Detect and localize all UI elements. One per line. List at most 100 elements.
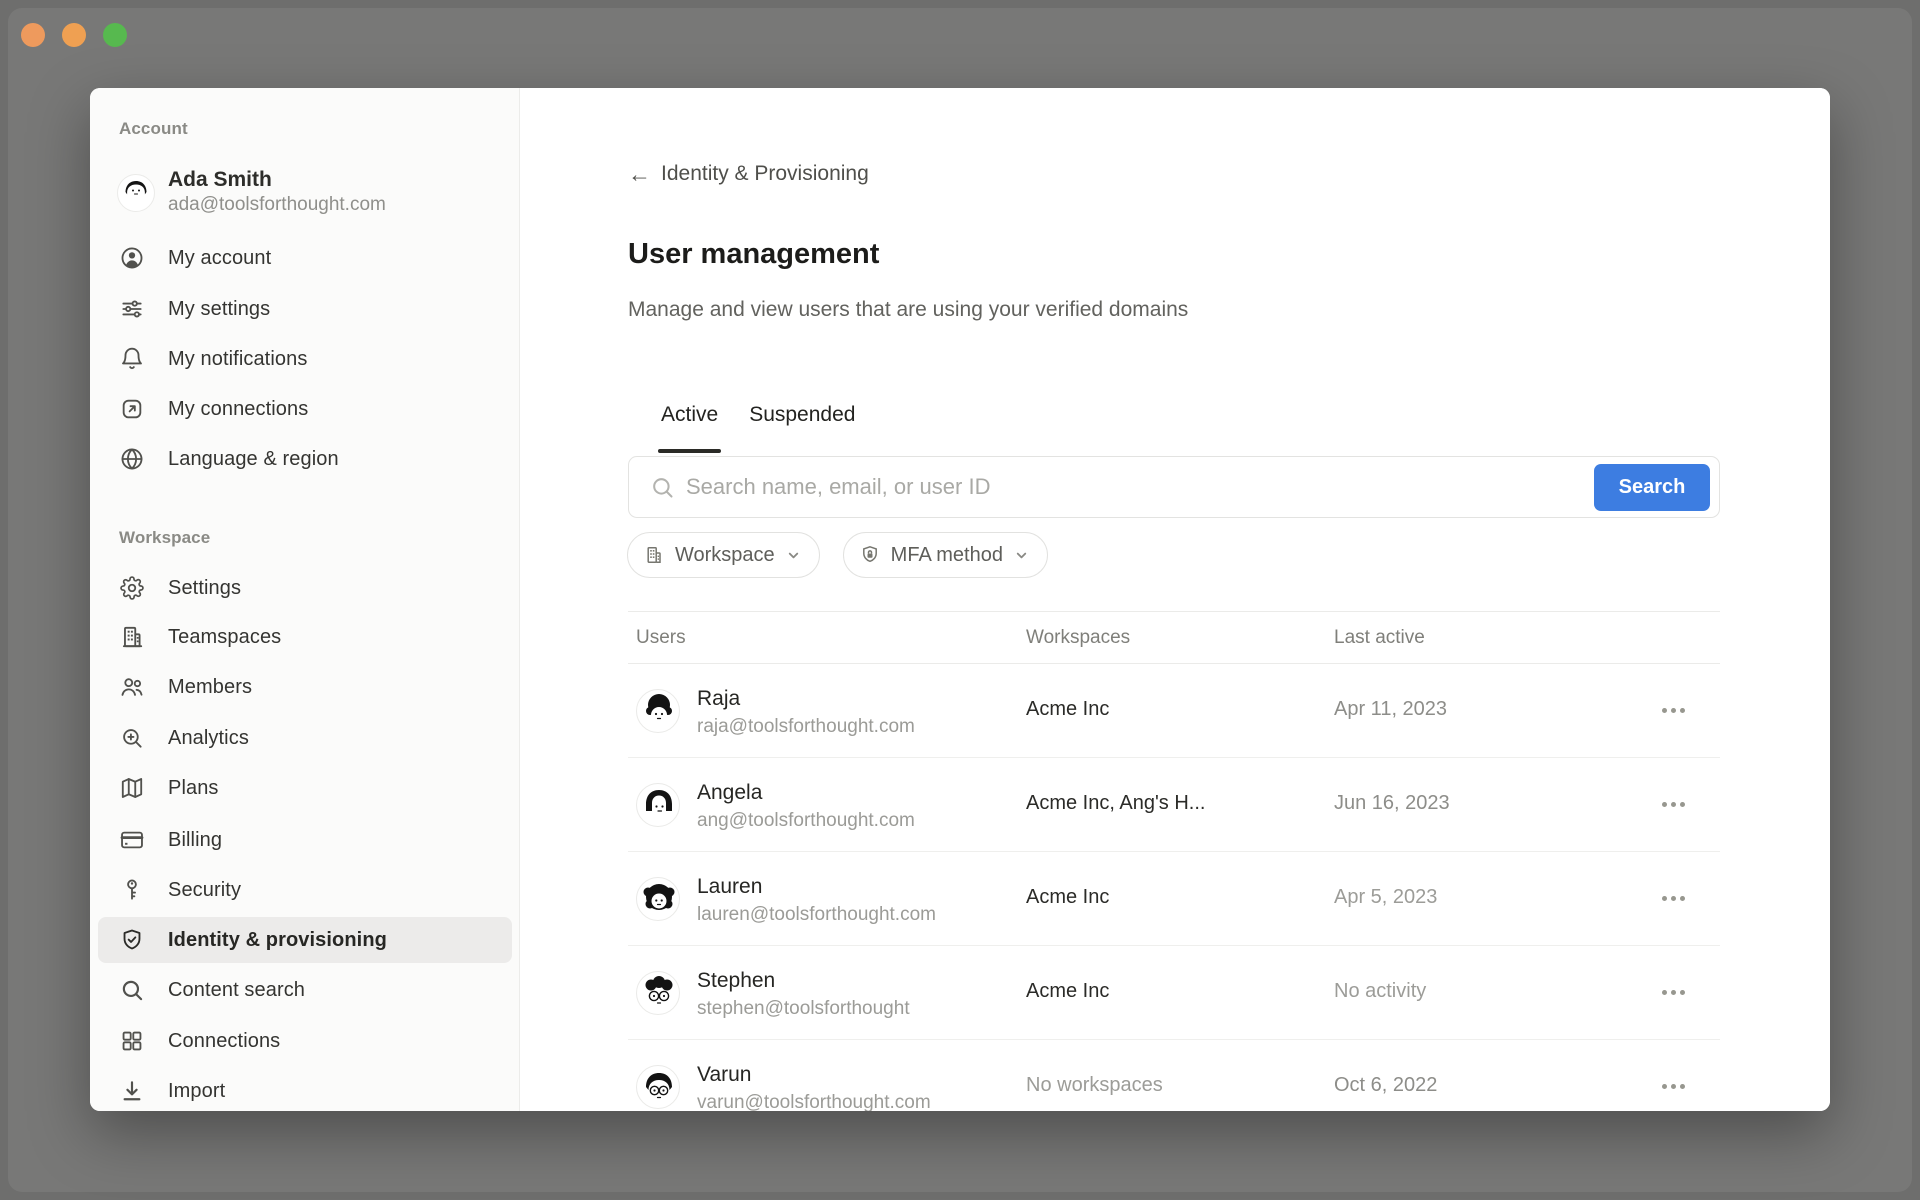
- sidebar-item-my-settings[interactable]: My settings: [98, 286, 512, 332]
- avatar: [636, 783, 680, 827]
- user-last-active: Apr 11, 2023: [1334, 698, 1447, 721]
- sidebar-item-label: Identity & provisioning: [168, 929, 387, 952]
- sidebar-item-label: Analytics: [168, 727, 249, 750]
- grid-icon: [119, 1028, 145, 1054]
- user-name: Lauren: [697, 875, 762, 899]
- users-table: Users Workspaces Last active Raja raja@t…: [628, 611, 1720, 1111]
- sliders-icon: [119, 296, 145, 322]
- credit-card-icon: [119, 827, 145, 853]
- back-link[interactable]: ← Identity & Provisioning: [628, 162, 869, 186]
- user-email: lauren@toolsforthought.com: [697, 904, 936, 926]
- sidebar-item-settings[interactable]: Settings: [98, 565, 512, 611]
- arrow-out-box-icon: [119, 396, 145, 422]
- sidebar-item-label: My settings: [168, 298, 270, 321]
- sidebar-item-language-region[interactable]: Language & region: [98, 436, 512, 482]
- user-workspaces: Acme Inc: [1026, 980, 1109, 1003]
- user-last-active: Jun 16, 2023: [1334, 792, 1450, 815]
- user-email: raja@toolsforthought.com: [697, 716, 915, 738]
- download-icon: [119, 1078, 145, 1104]
- user-last-active: Oct 6, 2022: [1334, 1074, 1437, 1097]
- main-content: ← Identity & Provisioning User managemen…: [520, 88, 1830, 1111]
- mfa-method-filter-chip[interactable]: MFA method: [843, 532, 1048, 578]
- shield-check-icon: [119, 927, 145, 953]
- sidebar-item-analytics[interactable]: Analytics: [98, 715, 512, 761]
- sidebar-item-plans[interactable]: Plans: [98, 765, 512, 811]
- sidebar-item-label: Billing: [168, 829, 222, 852]
- table-row: Raja raja@toolsforthought.com Acme Inc A…: [628, 664, 1720, 758]
- building-icon: [119, 624, 145, 650]
- sidebar-item-import[interactable]: Import: [98, 1068, 512, 1111]
- sidebar-item-label: Content search: [168, 979, 305, 1002]
- sidebar-item-label: Import: [168, 1080, 225, 1103]
- avatar: [636, 1065, 680, 1109]
- sidebar-item-security[interactable]: Security: [98, 867, 512, 913]
- user-email: stephen@toolsforthought: [697, 998, 910, 1020]
- sidebar-item-connections[interactable]: Connections: [98, 1018, 512, 1064]
- workspace-filter-chip[interactable]: Workspace: [627, 532, 820, 578]
- user-name: Stephen: [697, 969, 775, 993]
- row-menu-button[interactable]: [1656, 702, 1691, 719]
- tab-active[interactable]: Active: [661, 403, 718, 453]
- user-email: varun@toolsforthought.com: [697, 1092, 931, 1111]
- mfa-shield-lock-icon: [860, 545, 880, 565]
- sidebar-item-teamspaces[interactable]: Teamspaces: [98, 614, 512, 660]
- close-window-button[interactable]: [21, 23, 45, 47]
- page-subtitle: Manage and view users that are using you…: [628, 298, 1188, 322]
- sidebar-item-my-connections[interactable]: My connections: [98, 386, 512, 432]
- people-icon: [119, 674, 145, 700]
- avatar: [636, 689, 680, 733]
- user-email: ang@toolsforthought.com: [697, 810, 915, 832]
- globe-icon: [119, 446, 145, 472]
- sidebar-item-members[interactable]: Members: [98, 664, 512, 710]
- avatar: [636, 877, 680, 921]
- settings-window: Account Ada Smith ada@toolsforthought.co…: [90, 88, 1830, 1111]
- back-link-label: Identity & Provisioning: [661, 162, 869, 186]
- key-icon: [119, 877, 145, 903]
- account-user-name: Ada Smith: [168, 168, 272, 192]
- gear-icon: [119, 575, 145, 601]
- zoom-window-button[interactable]: [103, 23, 127, 47]
- bell-icon: [119, 346, 145, 372]
- row-menu-button[interactable]: [1656, 984, 1691, 1001]
- user-last-active: No activity: [1334, 980, 1426, 1003]
- sidebar-item-label: My connections: [168, 398, 308, 421]
- search-button[interactable]: Search: [1594, 464, 1710, 511]
- chevron-down-icon: [1014, 548, 1029, 563]
- user-workspaces: Acme Inc, Ang's H...: [1026, 792, 1205, 815]
- sidebar-item-billing[interactable]: Billing: [98, 817, 512, 863]
- sidebar-item-identity-provisioning[interactable]: Identity & provisioning: [98, 917, 512, 963]
- sidebar-account-user[interactable]: Ada Smith ada@toolsforthought.com: [90, 172, 519, 224]
- sidebar-section-account: Account: [119, 119, 188, 139]
- column-header-workspaces: Workspaces: [1026, 627, 1130, 649]
- workspace-filter-label: Workspace: [675, 544, 775, 567]
- row-menu-button[interactable]: [1656, 796, 1691, 813]
- sidebar-item-content-search[interactable]: Content search: [98, 967, 512, 1013]
- table-row: Angela ang@toolsforthought.com Acme Inc,…: [628, 758, 1720, 852]
- back-arrow-icon: ←: [628, 163, 651, 186]
- building-icon: [644, 545, 664, 565]
- sidebar-item-label: My notifications: [168, 348, 307, 371]
- sidebar-item-my-notifications[interactable]: My notifications: [98, 336, 512, 382]
- user-workspaces: Acme Inc: [1026, 886, 1109, 909]
- sidebar-item-label: My account: [168, 247, 271, 270]
- user-name: Raja: [697, 687, 740, 711]
- minimize-window-button[interactable]: [62, 23, 86, 47]
- window-controls: [21, 23, 127, 47]
- search-input[interactable]: [686, 458, 1566, 516]
- column-header-last-active: Last active: [1334, 627, 1425, 649]
- row-menu-button[interactable]: [1656, 890, 1691, 907]
- user-last-active: Apr 5, 2023: [1334, 886, 1437, 909]
- table-row: Stephen stephen@toolsforthought Acme Inc…: [628, 946, 1720, 1040]
- person-circle-icon: [119, 245, 145, 271]
- table-row: Lauren lauren@toolsforthought.com Acme I…: [628, 852, 1720, 946]
- filter-chips: Workspace MFA method: [627, 532, 1048, 578]
- avatar: [636, 971, 680, 1015]
- row-menu-button[interactable]: [1656, 1078, 1691, 1095]
- user-workspaces: Acme Inc: [1026, 698, 1109, 721]
- map-icon: [119, 775, 145, 801]
- mfa-method-filter-label: MFA method: [891, 544, 1003, 567]
- sidebar-item-my-account[interactable]: My account: [98, 235, 512, 281]
- sidebar-item-label: Language & region: [168, 448, 339, 471]
- tab-suspended[interactable]: Suspended: [749, 403, 855, 453]
- avatar: [117, 174, 155, 212]
